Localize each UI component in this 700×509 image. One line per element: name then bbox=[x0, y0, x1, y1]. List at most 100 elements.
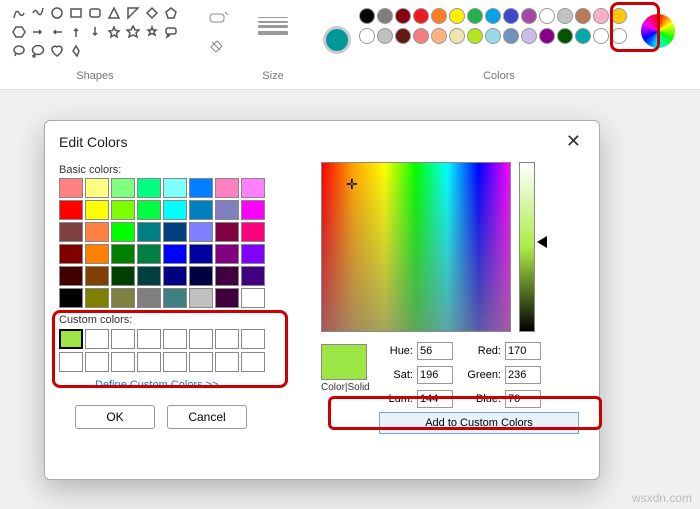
palette-row-1[interactable] bbox=[359, 8, 627, 24]
color-swatch[interactable] bbox=[377, 8, 393, 24]
color-swatch[interactable] bbox=[485, 28, 501, 44]
define-custom-link[interactable]: Define Custom Colors >> bbox=[59, 375, 307, 399]
outline-icon[interactable] bbox=[209, 10, 229, 29]
color-swatch[interactable] bbox=[85, 244, 109, 264]
color-swatch[interactable] bbox=[593, 28, 609, 44]
color-swatch[interactable] bbox=[431, 8, 447, 24]
color-swatch[interactable] bbox=[59, 178, 83, 198]
color-swatch[interactable] bbox=[241, 288, 265, 308]
blue-input[interactable] bbox=[505, 390, 541, 408]
color-swatch[interactable] bbox=[137, 200, 161, 220]
ok-button[interactable]: OK bbox=[75, 405, 155, 429]
color-swatch[interactable] bbox=[163, 200, 187, 220]
color-swatch[interactable] bbox=[85, 288, 109, 308]
color-swatch[interactable] bbox=[467, 28, 483, 44]
color-swatch[interactable] bbox=[111, 288, 135, 308]
color-swatch[interactable] bbox=[467, 8, 483, 24]
color-swatch[interactable] bbox=[575, 8, 591, 24]
color-swatch[interactable] bbox=[449, 28, 465, 44]
color-swatch[interactable] bbox=[215, 222, 239, 242]
color-swatch[interactable] bbox=[59, 222, 83, 242]
color-swatch[interactable] bbox=[521, 8, 537, 24]
palette-row-2[interactable] bbox=[359, 28, 627, 44]
basic-colors-grid[interactable] bbox=[59, 178, 307, 308]
color-swatch[interactable] bbox=[539, 8, 555, 24]
color-swatch[interactable] bbox=[241, 178, 265, 198]
color-swatch[interactable] bbox=[85, 329, 109, 349]
color-swatch[interactable] bbox=[189, 178, 213, 198]
color-swatch[interactable] bbox=[503, 28, 519, 44]
color-swatch[interactable] bbox=[215, 200, 239, 220]
shapes-grid[interactable] bbox=[10, 4, 180, 60]
hue-sat-picker[interactable]: ✛ bbox=[321, 162, 511, 332]
color-swatch[interactable] bbox=[377, 28, 393, 44]
color-swatch[interactable] bbox=[163, 329, 187, 349]
color-swatch[interactable] bbox=[557, 28, 573, 44]
color-swatch[interactable] bbox=[137, 266, 161, 286]
color-swatch[interactable] bbox=[189, 200, 213, 220]
color-swatch[interactable] bbox=[163, 244, 187, 264]
color-swatch[interactable] bbox=[189, 288, 213, 308]
color-swatch[interactable] bbox=[111, 329, 135, 349]
color-swatch[interactable] bbox=[215, 266, 239, 286]
color-swatch[interactable] bbox=[575, 28, 591, 44]
color-swatch[interactable] bbox=[111, 244, 135, 264]
color-swatch[interactable] bbox=[137, 178, 161, 198]
color-swatch[interactable] bbox=[137, 288, 161, 308]
color-swatch[interactable] bbox=[137, 352, 161, 372]
sat-input[interactable] bbox=[417, 366, 453, 384]
hue-input[interactable] bbox=[417, 342, 453, 360]
color-swatch[interactable] bbox=[359, 28, 375, 44]
color-swatch[interactable] bbox=[189, 329, 213, 349]
cancel-button[interactable]: Cancel bbox=[167, 405, 247, 429]
lum-input[interactable] bbox=[417, 390, 453, 408]
color-swatch[interactable] bbox=[241, 329, 265, 349]
fill-icon[interactable] bbox=[209, 39, 229, 58]
color-swatch[interactable] bbox=[413, 8, 429, 24]
color-swatch[interactable] bbox=[539, 28, 555, 44]
color-swatch[interactable] bbox=[137, 329, 161, 349]
color-swatch[interactable] bbox=[521, 28, 537, 44]
color-swatch[interactable] bbox=[611, 28, 627, 44]
color-swatch[interactable] bbox=[485, 8, 501, 24]
color-swatch[interactable] bbox=[395, 8, 411, 24]
color-swatch[interactable] bbox=[215, 352, 239, 372]
color-swatch[interactable] bbox=[359, 8, 375, 24]
close-icon[interactable]: ✕ bbox=[562, 131, 585, 152]
green-input[interactable] bbox=[505, 366, 541, 384]
add-to-custom-button[interactable]: Add to Custom Colors bbox=[379, 412, 579, 434]
size-icon[interactable] bbox=[258, 16, 288, 36]
color-swatch[interactable] bbox=[85, 200, 109, 220]
color-swatch[interactable] bbox=[59, 329, 83, 349]
color-swatch[interactable] bbox=[111, 352, 135, 372]
color-swatch[interactable] bbox=[59, 266, 83, 286]
color-swatch[interactable] bbox=[395, 28, 411, 44]
color-swatch[interactable] bbox=[163, 222, 187, 242]
color-swatch[interactable] bbox=[163, 178, 187, 198]
color-swatch[interactable] bbox=[85, 352, 109, 372]
color-swatch[interactable] bbox=[611, 8, 627, 24]
color-swatch[interactable] bbox=[111, 222, 135, 242]
color-swatch[interactable] bbox=[111, 178, 135, 198]
color-swatch[interactable] bbox=[503, 8, 519, 24]
color-swatch[interactable] bbox=[413, 28, 429, 44]
color-swatch[interactable] bbox=[163, 266, 187, 286]
color-swatch[interactable] bbox=[111, 266, 135, 286]
red-input[interactable] bbox=[505, 342, 541, 360]
color-swatch[interactable] bbox=[59, 352, 83, 372]
current-color[interactable] bbox=[323, 26, 351, 54]
color-swatch[interactable] bbox=[163, 352, 187, 372]
color-swatch[interactable] bbox=[59, 200, 83, 220]
color-swatch[interactable] bbox=[241, 222, 265, 242]
color-swatch[interactable] bbox=[59, 244, 83, 264]
color-swatch[interactable] bbox=[85, 178, 109, 198]
color-swatch[interactable] bbox=[111, 200, 135, 220]
color-swatch[interactable] bbox=[137, 222, 161, 242]
color-swatch[interactable] bbox=[215, 288, 239, 308]
edit-colors-icon[interactable] bbox=[641, 14, 675, 48]
color-swatch[interactable] bbox=[593, 8, 609, 24]
color-swatch[interactable] bbox=[85, 266, 109, 286]
color-swatch[interactable] bbox=[59, 288, 83, 308]
custom-row-1[interactable] bbox=[59, 329, 307, 349]
color-swatch[interactable] bbox=[137, 244, 161, 264]
